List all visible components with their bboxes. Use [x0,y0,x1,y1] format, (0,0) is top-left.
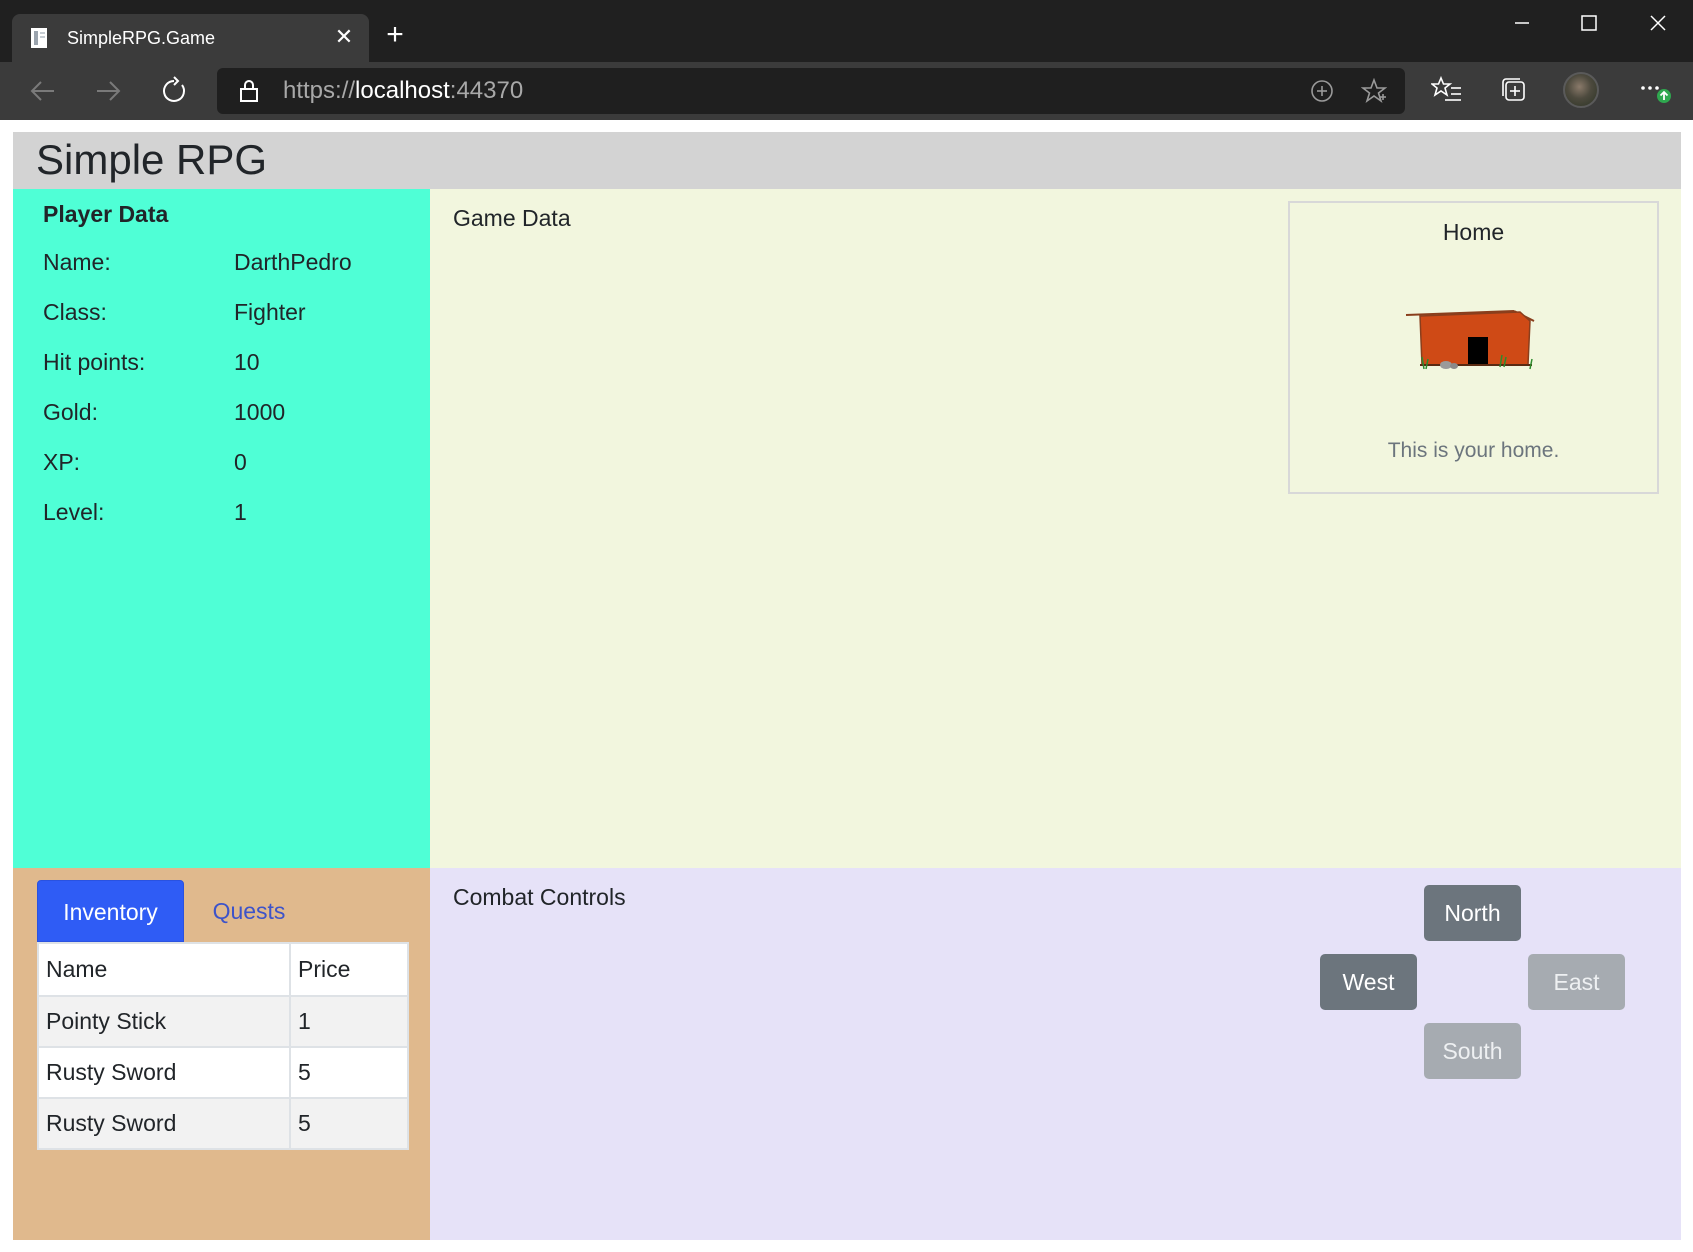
player-value: Fighter [234,299,306,325]
location-description: This is your home. [1387,439,1560,462]
player-row-gold: Gold: 1000 [43,399,423,439]
south-button[interactable]: South [1424,1023,1521,1079]
player-label: Gold: [43,399,98,425]
north-button[interactable]: North [1424,885,1521,941]
profile-avatar[interactable] [1563,72,1599,108]
player-row-hit-points: Hit points: 10 [43,349,423,389]
close-tab-icon[interactable]: ✕ [331,24,357,50]
app-header: Simple RPG [13,132,1681,189]
collections-icon[interactable] [1498,74,1530,106]
address-bar[interactable]: https://localhost:44370 [217,68,1405,114]
player-label: Hit points: [43,349,146,375]
url-host: localhost [355,77,450,104]
player-row-level: Level: 1 [43,499,423,539]
web-page: Simple RPG Player Data Name: DarthPedro … [0,120,1693,1252]
more-options-icon[interactable] [1637,74,1677,108]
west-button[interactable]: West [1320,954,1417,1010]
browser-title-bar: SimpleRPG.Game ✕ + [0,0,1693,62]
item-price-cell: 5 [289,1046,409,1099]
url-port: :44370 [449,77,524,104]
app-title: Simple RPG [36,136,268,183]
east-button[interactable]: East [1528,954,1625,1010]
table-row: Rusty Sword 5 [37,1046,409,1099]
page-bottom-margin [0,1240,1693,1252]
house-icon [1405,310,1535,370]
item-price-cell: 1 [289,995,409,1048]
favorites-list-icon[interactable] [1431,74,1463,106]
inventory-table: Name Price Pointy Stick 1 Rusty Sword 5 … [37,942,409,1150]
item-name-cell: Rusty Sword [37,1046,291,1099]
player-row-class: Class: Fighter [43,299,423,339]
player-label: Level: [43,499,105,525]
tab-quests[interactable]: Quests [185,880,313,942]
player-value: 1000 [234,399,286,425]
player-value: 10 [234,349,260,375]
column-header-price: Price [289,942,409,997]
column-header-name: Name [37,942,291,997]
table-header-row: Name Price [37,942,409,997]
lock-icon[interactable] [237,79,261,103]
table-row: Rusty Sword 5 [37,1097,409,1150]
player-data-heading: Player Data [43,201,169,227]
browser-tab[interactable]: SimpleRPG.Game ✕ [12,14,369,62]
table-row: Pointy Stick 1 [37,995,409,1048]
minimize-icon[interactable] [1497,8,1547,38]
item-name-cell: Rusty Sword [37,1097,291,1150]
player-label: XP: [43,449,81,475]
player-data-panel: Player Data Name: DarthPedro Class: Figh… [13,189,430,868]
player-value: DarthPedro [234,249,352,275]
location-card: Home This is your home. [1288,201,1659,494]
game-data-heading: Game Data [453,205,571,231]
player-value: 1 [234,499,247,525]
url-scheme: https:// [283,77,356,104]
player-row-name: Name: DarthPedro [43,249,423,289]
maximize-icon[interactable] [1564,8,1614,38]
location-name: Home [1442,219,1505,245]
refresh-icon[interactable] [157,74,191,108]
tab-title: SimpleRPG.Game [67,28,216,48]
inventory-tabs: Inventory Quests [37,880,409,942]
favorite-star-icon[interactable] [1361,78,1387,104]
player-row-xp: XP: 0 [43,449,423,489]
close-window-icon[interactable] [1633,8,1683,38]
item-name-cell: Pointy Stick [37,995,291,1048]
forward-icon[interactable] [91,74,125,108]
tab-inventory[interactable]: Inventory [37,880,184,942]
browser-toolbar: https://localhost:44370 [0,62,1693,120]
back-icon[interactable] [26,74,60,108]
add-page-icon[interactable] [1309,78,1335,104]
player-value: 0 [234,449,247,475]
combat-controls-panel: Combat Controls North West East South [430,868,1681,1240]
player-label: Name: [43,249,111,275]
page-favicon-icon [31,28,47,48]
game-data-panel: Game Data Home This is your home. [430,189,1681,868]
combat-controls-heading: Combat Controls [453,884,626,910]
new-tab-icon[interactable]: + [380,20,410,50]
player-label: Class: [43,299,107,325]
url-text[interactable]: https://localhost:44370 [283,78,523,104]
item-price-cell: 5 [289,1097,409,1150]
inventory-panel: Inventory Quests Name Price Pointy Stick… [13,868,430,1240]
